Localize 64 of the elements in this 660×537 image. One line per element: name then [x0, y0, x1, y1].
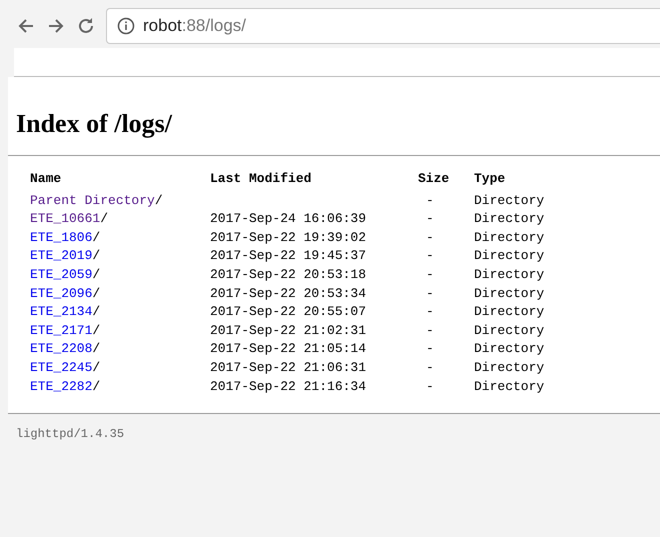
directory-link[interactable]: ETE_2134: [30, 304, 92, 320]
type-cell-text: Directory: [474, 192, 546, 210]
modified-cell-text: 2017-Sep-22 21:16:34: [210, 378, 368, 396]
size-cell-text: -: [425, 284, 435, 302]
modified-cell-text: 2017-Sep-22 21:02:31: [210, 322, 368, 340]
modified-cell-text: 2017-Sep-22 21:06:31: [210, 358, 368, 377]
type-cell-text: Directory: [474, 266, 546, 284]
slash-text: /: [92, 341, 100, 356]
directory-link[interactable]: ETE_2059: [30, 266, 92, 282]
modified-cell-text: 2017-Sep-22 19:45:37: [210, 247, 368, 265]
slash-text: /: [92, 248, 100, 264]
slash-text: /: [154, 192, 163, 208]
info-icon[interactable]: [117, 17, 135, 35]
directory-link[interactable]: ETE_2208: [30, 341, 92, 356]
slash-text: /: [92, 304, 100, 320]
directory-link[interactable]: ETE_2096: [30, 286, 92, 301]
slash-text: /: [92, 378, 100, 394]
directory-link[interactable]: ETE_2171: [30, 322, 92, 338]
size-cell-text: -: [425, 247, 435, 265]
type-cell-text: Directory: [474, 303, 546, 321]
type-cell-text: Directory: [474, 247, 546, 265]
slash-text: /: [92, 266, 100, 282]
directory-link[interactable]: ETE_1806: [30, 230, 92, 245]
size-cell-text: -: [425, 358, 435, 377]
size-cell-text: -: [425, 303, 435, 321]
reload-icon[interactable]: [76, 16, 96, 36]
type-cell-text: Directory: [474, 210, 546, 228]
slash-text: /: [92, 286, 100, 301]
page-heading: Index of /logs/: [16, 109, 174, 139]
directory-link[interactable]: ETE_10661: [30, 211, 100, 226]
server-signature: lighttpd/1.4.35: [16, 427, 124, 442]
column-header: Last Modified: [210, 170, 312, 188]
size-cell-text: -: [425, 378, 435, 396]
type-cell-text: Directory: [474, 322, 546, 340]
directory-link[interactable]: ETE_2019: [30, 248, 92, 264]
column-header: Size: [418, 170, 450, 188]
type-cell-text: Directory: [474, 378, 546, 396]
type-cell-text: Directory: [474, 284, 546, 302]
slash-text: /: [92, 322, 100, 338]
directory-link[interactable]: Parent Directory: [30, 192, 155, 208]
directory-link[interactable]: ETE_2282: [30, 378, 92, 394]
modified-cell-text: 2017-Sep-22 21:05:14: [210, 340, 368, 358]
modified-cell-text: 2017-Sep-22 19:39:02: [210, 228, 368, 246]
modified-cell-text: 2017-Sep-22 20:53:18: [210, 266, 368, 284]
type-cell-text: Directory: [474, 340, 546, 358]
url-text: robot:88/logs/: [143, 16, 246, 36]
modified-cell-text: 2017-Sep-22 20:55:07: [210, 303, 368, 321]
directory-link[interactable]: ETE_2245: [30, 360, 92, 375]
size-cell-text: -: [425, 192, 435, 210]
slash-text: /: [92, 230, 100, 245]
modified-cell-text: 2017-Sep-24 16:06:39: [210, 210, 368, 228]
size-cell-text: -: [425, 228, 435, 246]
size-cell-text: -: [425, 322, 435, 340]
address-bar[interactable]: robot:88/logs/: [106, 8, 660, 44]
type-cell-text: Directory: [474, 228, 546, 246]
size-cell-text: -: [425, 340, 435, 358]
size-cell-text: -: [425, 266, 435, 284]
slash-text: /: [92, 360, 100, 375]
type-cell-text: Directory: [474, 358, 546, 377]
column-header: Name: [30, 170, 62, 188]
size-cell-text: -: [425, 210, 435, 228]
modified-cell-text: 2017-Sep-22 20:53:34: [210, 284, 368, 302]
column-header: Type: [474, 170, 506, 188]
slash-text: /: [100, 211, 108, 226]
